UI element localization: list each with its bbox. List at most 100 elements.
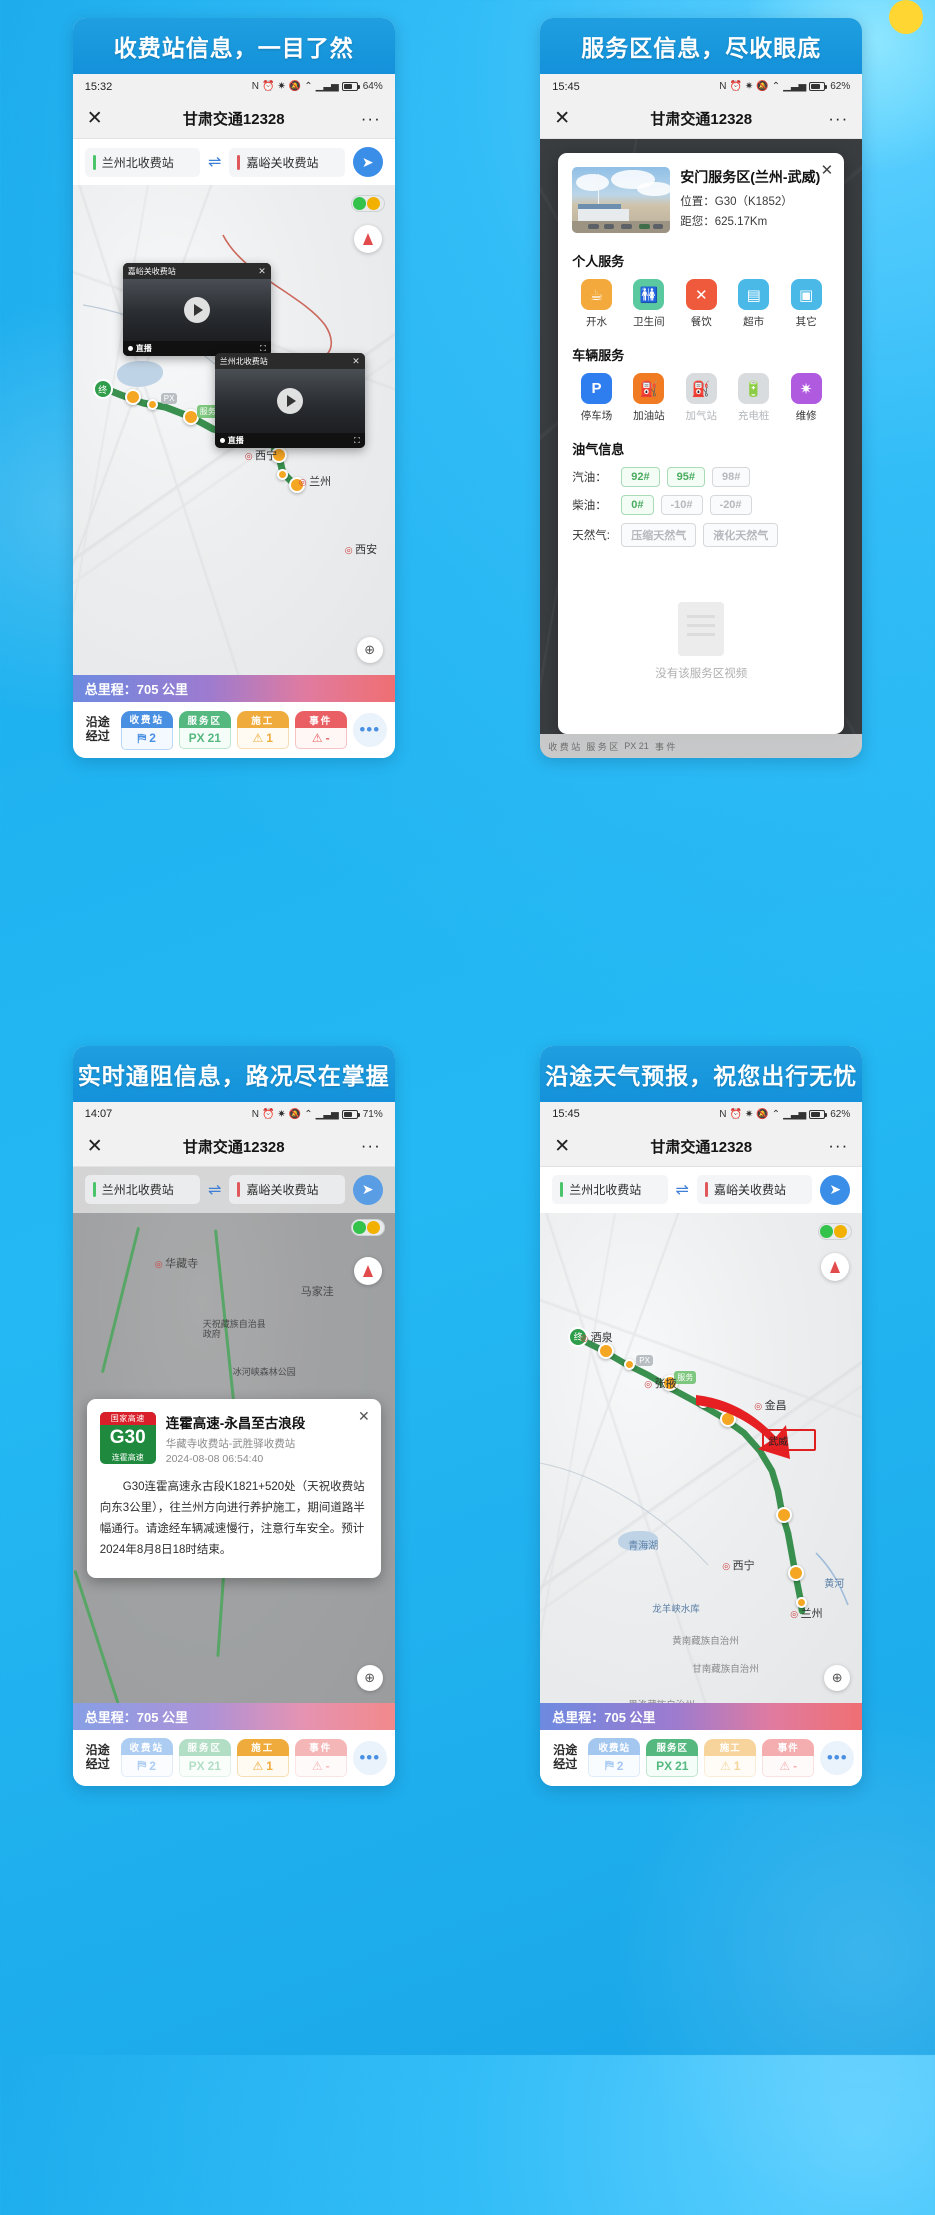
fuel-tag[interactable]: 0# [621,495,653,515]
search-route-button[interactable]: ➤ [353,147,383,177]
fuel-tag[interactable]: 92# [621,467,659,487]
route-node[interactable] [624,1359,635,1370]
map-canvas-3[interactable]: 兰州北收费站 ⇌ 嘉峪关收费站 ➤ 华藏寺 马家洼 天祝藏族自治县 政府 冰河峡… [73,1167,395,1703]
more-options-button[interactable]: ••• [820,1741,854,1775]
route-node[interactable] [277,469,288,480]
shield-top-text: 国家高速 [100,1412,156,1425]
swap-icon[interactable]: ⇌ [676,1180,689,1200]
play-icon[interactable] [277,388,303,414]
locate-me-button[interactable]: ⊕ [357,1665,383,1691]
battery-percent-2: 62% [830,81,850,92]
map-canvas-2[interactable]: ✕ [540,139,862,758]
more-options-button[interactable]: ••• [353,1741,387,1775]
fuel-tag[interactable]: 98# [712,467,750,487]
status-icons-3: N ⏰ ✷ 🔕 ⌃ ▁▃▅ 71% [252,1109,383,1120]
close-icon[interactable]: ✕ [821,161,834,179]
locate-me-button[interactable]: ⊕ [357,637,383,663]
service-item-hot-water[interactable]: ☕ 开水 [572,279,620,329]
fullscreen-icon[interactable]: ⛶ [354,436,360,446]
chip-event[interactable]: 事件 ⚠- [295,711,347,749]
fuel-tag[interactable]: 液化天然气 [703,523,778,547]
service-area-photo [572,167,670,233]
compass-icon[interactable] [821,1253,849,1281]
search-route-button[interactable]: ➤ [820,1175,850,1205]
chip-service-area[interactable]: 服务区 PX21 [179,1739,231,1777]
chip-construction[interactable]: 施工 ⚠1 [237,711,289,749]
close-icon[interactable]: ✕ [258,266,266,277]
service-item-charging[interactable]: 🔋 充电桩 [729,373,777,423]
destination-input[interactable]: 嘉峪关收费站 [229,148,344,177]
chip-event[interactable]: 事件 ⚠- [762,1739,814,1777]
live-video-preview[interactable] [123,279,271,341]
fuel-tag[interactable]: 95# [667,467,705,487]
fuel-tag[interactable]: -20# [710,495,752,515]
map-layer-toggle[interactable] [351,195,385,212]
no-video-placeholder: 没有该服务区视频 [572,559,830,724]
service-item-cng[interactable]: ⛽ 加气站 [677,373,725,423]
fuel-tag[interactable]: 压缩天然气 [621,523,696,547]
destination-input[interactable]: 嘉峪关收费站 [697,1175,812,1204]
chip-construction[interactable]: 施工 ⚠1 [237,1739,289,1777]
map-layer-toggle[interactable] [818,1223,852,1240]
search-route-button[interactable]: ➤ [353,1175,383,1205]
fuel-tag[interactable]: -10# [661,495,703,515]
panel-3-banner: 实时通阻信息，路况尽在掌握 [73,1046,395,1102]
compass-icon[interactable] [354,1257,382,1285]
route-node[interactable] [125,389,141,405]
chip-toll-station[interactable]: 收费站 ⛿2 [121,711,173,750]
bottom-summary-bar-1: 沿途经过 收费站 ⛿2 服务区 PX21 施工 ⚠1 事件 ⚠- ••• [73,702,395,758]
more-options-button[interactable]: ••• [353,713,387,747]
px-icon: PX [189,731,205,745]
chip-construction[interactable]: 施工 ⚠1 [704,1739,756,1777]
live-video-card[interactable]: 兰州北收费站 ✕ 直播 ⛶ [215,353,365,448]
nfc-icon: N [719,1109,726,1120]
close-icon[interactable]: ✕ [358,1408,370,1425]
compass-icon[interactable] [354,225,382,253]
close-icon[interactable]: ✕ [87,109,113,128]
battery-icon [809,82,825,91]
chip-event[interactable]: 事件 ⚠- [295,1739,347,1777]
route-node-label: PX [161,393,178,404]
chip-service-area[interactable]: 服务区 PX21 [179,711,231,749]
service-item-gas[interactable]: ⛽ 加油站 [625,373,673,423]
service-item-repair[interactable]: ✷ 维修 [782,373,830,423]
locate-me-button[interactable]: ⊕ [824,1665,850,1691]
close-icon[interactable]: ✕ [554,109,580,128]
swap-icon[interactable]: ⇌ [208,152,221,172]
map-canvas-1[interactable]: 终 PX 服务 收费 西宁 兰州 西安 ⊕ [73,185,395,675]
play-icon[interactable] [184,297,210,323]
origin-input[interactable]: 兰州北收费站 [85,148,200,177]
swap-icon[interactable]: ⇌ [208,1180,221,1200]
more-menu-icon[interactable]: ··· [355,109,381,129]
live-video-preview[interactable] [215,369,365,433]
fullscreen-icon[interactable]: ⛶ [260,344,266,354]
chip-toll-station[interactable]: 收费站 ⛿2 [588,1738,640,1777]
close-icon[interactable]: ✕ [352,356,360,367]
map-canvas-4[interactable]: 终 PX 服务 酒泉 张掖 金昌 武威 青海湖 [540,1213,862,1703]
origin-input[interactable]: 兰州北收费站 [85,1175,200,1204]
chip-toll-station[interactable]: 收费站 ⛿2 [121,1738,173,1777]
route-node[interactable] [147,399,158,410]
service-item-shop[interactable]: ▤ 超市 [729,279,777,329]
phone-mock-3: 实时通阻信息，路况尽在掌握 14:07 N ⏰ ✷ 🔕 ⌃ ▁▃▅ 71% ✕ … [73,1046,395,1786]
close-icon[interactable]: ✕ [554,1137,580,1156]
service-label: 充电桩 [738,408,770,423]
chip-value-wrap: ⚠1 [237,728,289,749]
route-node[interactable] [788,1565,804,1581]
service-item-other[interactable]: ▣ 其它 [782,279,830,329]
more-menu-icon[interactable]: ··· [822,1136,848,1156]
service-item-restroom[interactable]: 🚻 卫生间 [625,279,673,329]
live-video-card[interactable]: 嘉峪关收费站 ✕ 直播 ⛶ [123,263,271,356]
service-item-parking[interactable]: P 停车场 [572,373,620,423]
service-item-dining[interactable]: ✕ 餐饮 [677,279,725,329]
route-node[interactable] [776,1507,792,1523]
close-icon[interactable]: ✕ [87,1137,113,1156]
destination-input[interactable]: 嘉峪关收费站 [229,1175,344,1204]
more-menu-icon[interactable]: ··· [822,109,848,129]
map-layer-toggle[interactable] [351,1219,385,1236]
origin-input[interactable]: 兰州北收费站 [552,1175,667,1204]
empty-document-icon [678,602,724,656]
route-node[interactable] [598,1343,614,1359]
chip-service-area[interactable]: 服务区 PX21 [646,1739,698,1777]
more-menu-icon[interactable]: ··· [355,1136,381,1156]
